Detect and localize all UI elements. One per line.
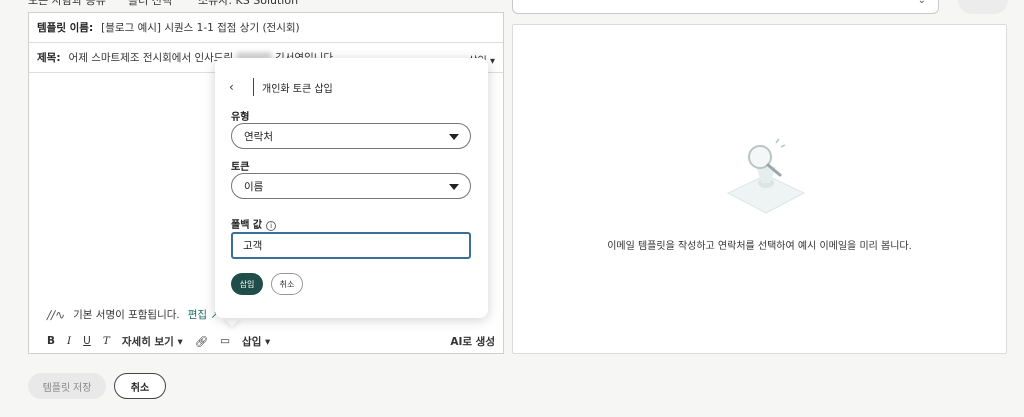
- fallback-label: 폴백 값i: [231, 216, 277, 231]
- fallback-value-input[interactable]: 고객: [231, 232, 471, 259]
- ai-generate-button[interactable]: AI로 생성: [450, 334, 495, 349]
- subject-label: 제목:: [37, 52, 61, 64]
- preview-empty-text: 이메일 템플릿을 작성하고 연락처를 선택하여 예시 이메일을 미리 봅니다.: [607, 241, 912, 252]
- signature-row: ∕∕∿ 기본 서명이 포함됩니다. 편집 ↗: [47, 307, 219, 322]
- bold-button[interactable]: B: [47, 335, 55, 347]
- subject-text-start: 어제 스마트제조 전시회에서 인사드린: [68, 52, 234, 64]
- chevron-down-icon: ⌄: [917, 0, 926, 6]
- owner-option[interactable]: 소유자: KS Solution: [198, 0, 298, 8]
- template-name-row: 템플릿 이름: [블로그 예시] 시퀀스 1-1 접점 상기 (전시회): [29, 13, 503, 43]
- caret-down-icon: [449, 134, 459, 140]
- info-icon[interactable]: i: [266, 221, 277, 231]
- cancel-button[interactable]: 취소: [114, 373, 166, 399]
- type-label: 유형: [231, 112, 250, 123]
- template-name-value[interactable]: [블로그 예시] 시퀀스 1-1 접점 상기 (전시회): [101, 20, 299, 35]
- template-name-label: 템플릿 이름:: [37, 22, 94, 34]
- token-select[interactable]: 이름: [231, 173, 471, 199]
- magnifier-illustration-icon: [726, 138, 806, 214]
- insert-token-button[interactable]: 삽입: [231, 273, 263, 295]
- type-select-value: 연락처: [244, 130, 273, 143]
- back-arrow-icon[interactable]: ‹: [229, 80, 249, 94]
- toolbar-insert-button[interactable]: 삽입 ▾: [242, 334, 270, 349]
- caret-down-icon: [449, 184, 459, 190]
- link-icon[interactable]: 🔗︎: [195, 335, 208, 348]
- contact-select-dropdown[interactable]: ⌄: [512, 0, 939, 14]
- email-preview-panel: 이메일 템플릿을 작성하고 연락처를 선택하여 예시 이메일을 미리 봅니다.: [512, 24, 1007, 354]
- top-right-button[interactable]: [958, 0, 1008, 14]
- token-insert-popover: ‹ 개인화 토큰 삽입 유형 연락처 토큰 이름 폴백 값i 고객 삽입 취소: [215, 58, 488, 318]
- popover-title: 개인화 토큰 삽입: [262, 83, 333, 95]
- token-label: 토큰: [231, 162, 250, 173]
- image-icon[interactable]: ▭: [220, 335, 230, 347]
- editor-toolbar: B I U T 자세히 보기 ▾ 🔗︎ ▭ 삽입 ▾ AI로 생성: [47, 331, 495, 351]
- signature-text: 기본 서명이 포함됩니다.: [73, 309, 180, 321]
- popover-header: ‹ 개인화 토큰 삽입: [229, 78, 333, 96]
- save-template-button[interactable]: 템플릿 저장: [28, 373, 106, 399]
- italic-button[interactable]: I: [67, 335, 71, 347]
- underline-button[interactable]: U: [83, 335, 91, 347]
- folder-option[interactable]: 폴더 선택: [128, 0, 172, 8]
- more-options-button[interactable]: 자세히 보기 ▾: [122, 334, 183, 349]
- token-select-value: 이름: [244, 180, 264, 193]
- top-options-row: 모든 사람과 공유 폴더 선택 소유자: KS Solution: [28, 0, 504, 8]
- clear-format-button[interactable]: T: [103, 335, 110, 347]
- signature-icon: ∕∕∿: [47, 307, 66, 322]
- popover-cancel-button[interactable]: 취소: [271, 273, 303, 295]
- header-divider: [253, 78, 254, 96]
- share-option[interactable]: 모든 사람과 공유: [28, 0, 106, 8]
- type-select[interactable]: 연락처: [231, 123, 471, 149]
